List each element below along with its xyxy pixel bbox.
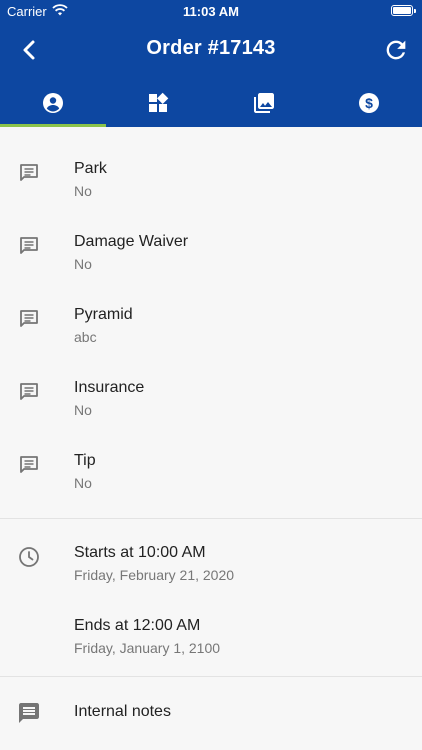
- refresh-button[interactable]: [382, 36, 410, 64]
- tab-customer[interactable]: [0, 78, 106, 127]
- field-value: No: [74, 402, 92, 418]
- internal-notes-label: Internal notes: [74, 703, 171, 720]
- internal-notes-row[interactable]: Internal notes: [0, 677, 422, 737]
- field-row: Tip No: [0, 419, 422, 492]
- account-circle-icon: [42, 92, 63, 113]
- field-row: Pyramid abc: [0, 273, 422, 346]
- battery-icon: [391, 5, 416, 16]
- svg-text:$: $: [365, 95, 373, 111]
- tab-items[interactable]: [106, 78, 212, 127]
- end-row: Ends at 12:00 AM Friday, January 1, 2100: [0, 584, 422, 657]
- status-time: 11:03 AM: [183, 4, 239, 19]
- field-value: No: [74, 256, 92, 272]
- comment-icon: [20, 456, 38, 473]
- order-details: Park No Damage Waiver No Pyramid abc Ins…: [0, 127, 422, 737]
- toolbar: Order #17143: [0, 22, 422, 78]
- field-label: Park: [74, 160, 107, 177]
- field-label: Tip: [74, 452, 96, 469]
- field-row: Insurance No: [0, 346, 422, 419]
- end-time-label: Ends at 12:00 AM: [74, 617, 201, 634]
- widgets-icon: [149, 92, 169, 112]
- start-date: Friday, February 21, 2020: [74, 567, 235, 583]
- message-icon: [19, 703, 39, 723]
- start-time-label: Starts at 10:00 AM: [74, 544, 206, 561]
- refresh-icon: [386, 40, 406, 60]
- status-bar: Carrier 11:03 AM: [0, 0, 422, 22]
- field-value: abc: [74, 329, 97, 345]
- dollar-circle-icon: $: [359, 92, 380, 113]
- field-value: No: [74, 475, 92, 491]
- app-bar: Carrier 11:03 AM Order #17143 $: [0, 0, 422, 127]
- end-date: Friday, January 1, 2100: [74, 640, 221, 656]
- comment-icon: [20, 310, 38, 327]
- start-row: Starts at 10:00 AM Friday, February 21, …: [0, 511, 422, 584]
- clock-icon: [19, 547, 39, 567]
- comment-icon: [20, 164, 38, 181]
- comment-icon: [20, 237, 38, 254]
- field-row: Damage Waiver No: [0, 200, 422, 273]
- schedule-section: Starts at 10:00 AM Friday, February 21, …: [0, 511, 422, 676]
- field-label: Insurance: [74, 379, 145, 396]
- field-row: Park No: [0, 127, 422, 200]
- tab-photos[interactable]: [211, 78, 317, 127]
- comment-icon: [20, 383, 38, 400]
- custom-fields-section: Park No Damage Waiver No Pyramid abc Ins…: [0, 127, 422, 492]
- field-value: No: [74, 183, 92, 199]
- tab-bar: $: [0, 78, 422, 127]
- field-label: Pyramid: [74, 306, 133, 323]
- page-title: Order #17143: [146, 37, 276, 59]
- photo-library-icon: [253, 92, 274, 113]
- field-label: Damage Waiver: [74, 233, 189, 250]
- tab-payments[interactable]: $: [317, 78, 422, 127]
